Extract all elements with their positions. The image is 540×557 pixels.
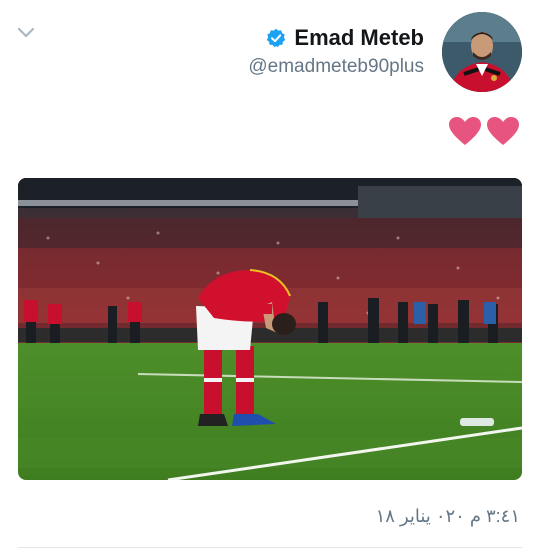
avatar[interactable] [442,12,522,92]
author-display-name: Emad Meteb [294,25,424,50]
author-handle[interactable]: @emadmeteb90plus [248,56,424,78]
divider [18,547,522,548]
heart-icon [486,116,520,146]
author-name-row[interactable]: Emad Meteb [266,24,424,52]
tweet-media-photo[interactable] [18,178,522,480]
chevron-down-icon[interactable] [16,26,36,40]
heart-icon [448,116,482,146]
tweet-timestamp[interactable]: ٣:٤١ م ٠٢٠ يناير ١٨ [376,506,520,527]
tweet-text [448,116,520,146]
verified-badge-icon [266,28,286,48]
